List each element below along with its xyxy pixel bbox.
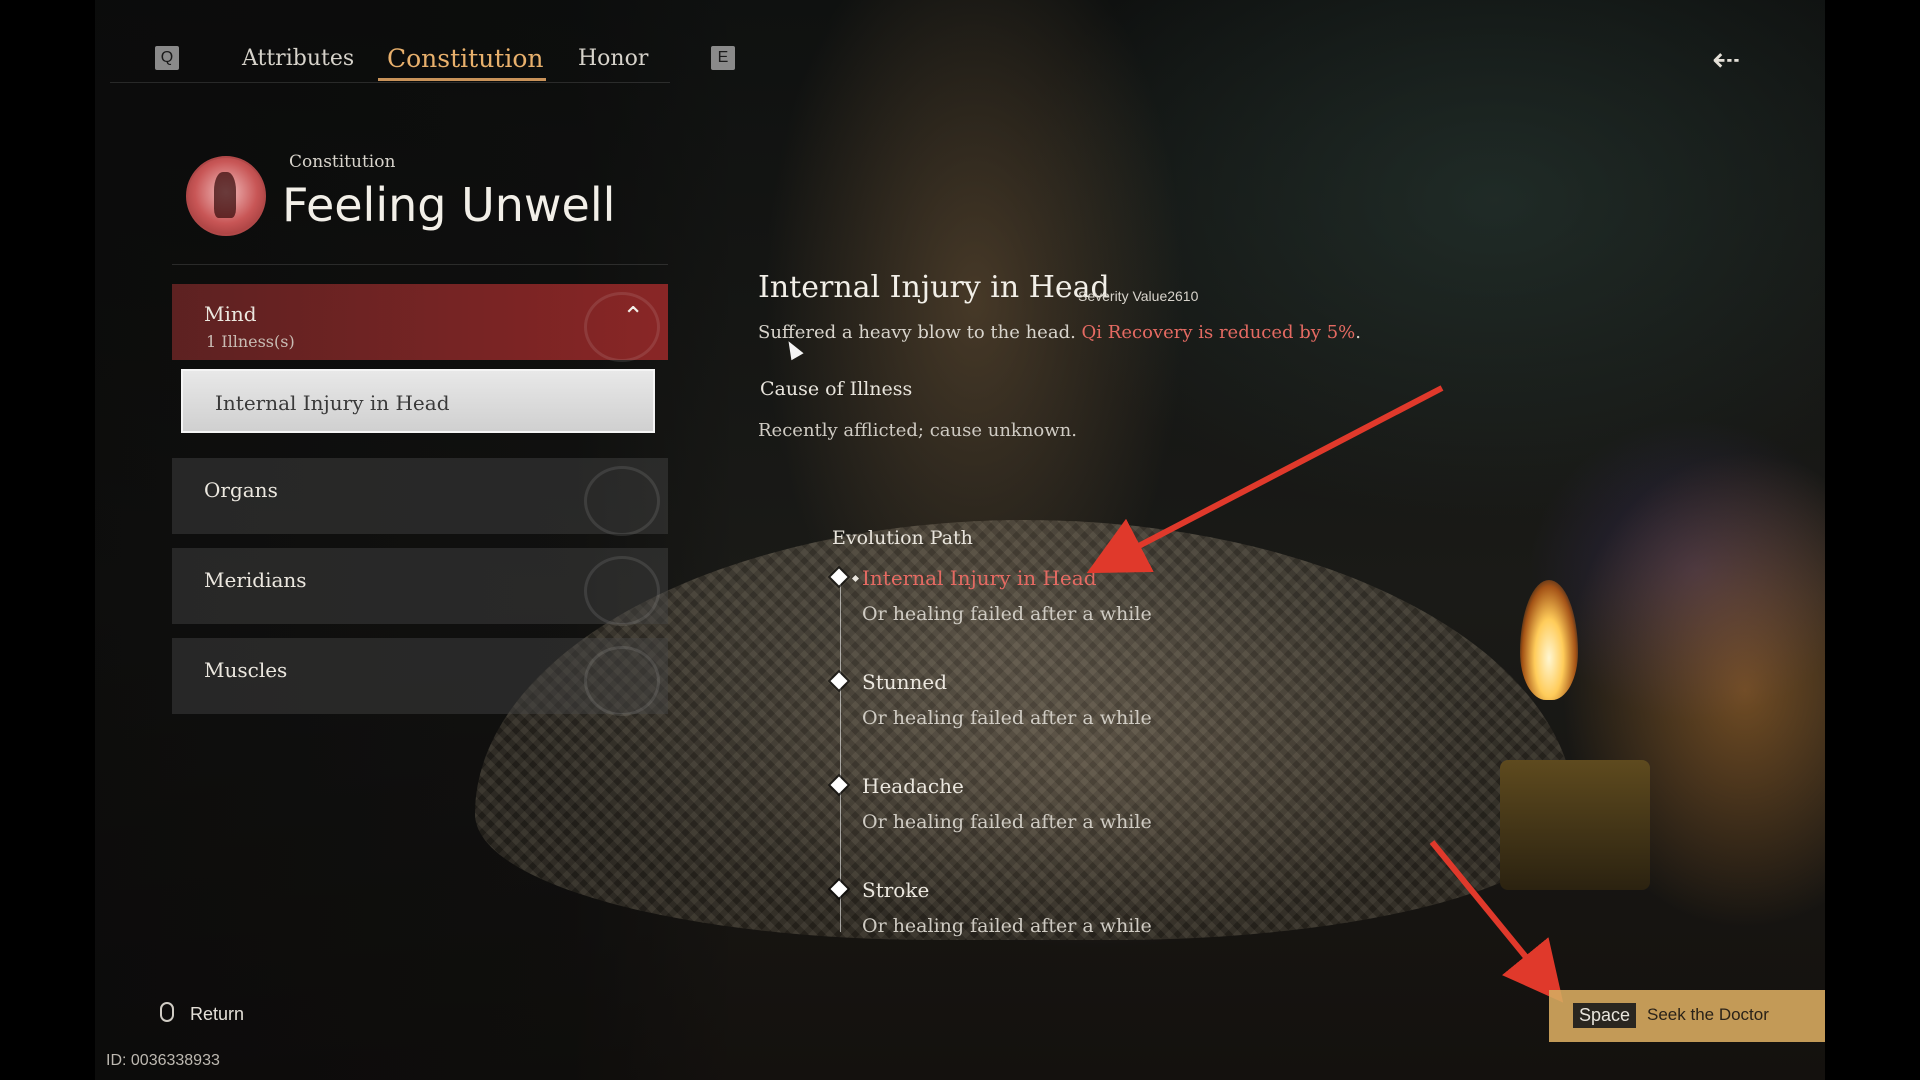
seek-doctor-button[interactable]: Space Seek the Doctor — [1549, 990, 1825, 1042]
annotation-arrow-to-evolution — [1086, 385, 1444, 574]
annotation-arrow-to-seek-doctor — [1429, 840, 1564, 1003]
annotation-arrows — [1086, 385, 1564, 1003]
return-button[interactable]: Return — [190, 1004, 244, 1025]
player-id: ID: 0036338933 — [106, 1052, 220, 1069]
key-hint-space: Space — [1573, 1003, 1637, 1028]
seek-doctor-label: Seek the Doctor — [1647, 1005, 1769, 1024]
mouse-right-click-icon — [160, 1002, 174, 1022]
